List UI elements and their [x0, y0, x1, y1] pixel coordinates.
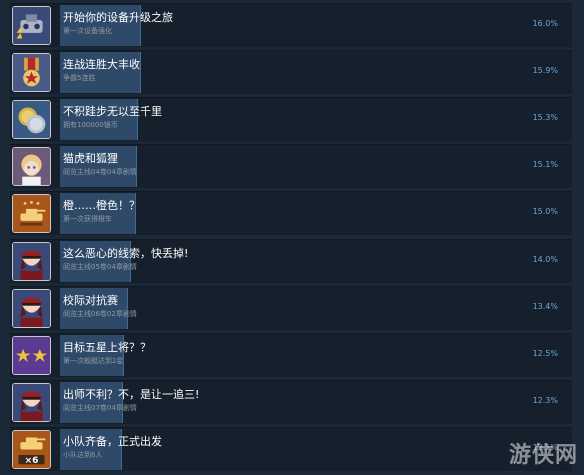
achievement-row[interactable]: 这么恶心的线索，快丢掉! 阅览主线05卷04章剧情 14.0% — [10, 238, 572, 283]
achievement-percent: 15.1% — [532, 160, 558, 170]
achievement-title: 不积跬步无以至千里 — [63, 105, 162, 119]
achievement-description: 第一次设备强化 — [63, 27, 112, 35]
achievement-title: 连战连胜大丰收 — [63, 58, 140, 72]
achievement-percent: 12.5% — [532, 348, 558, 358]
achievement-description: 第一次获得橙车 — [63, 215, 112, 224]
achievement-percent: 12.3% — [532, 395, 558, 405]
achievement-percent: 16.0% — [532, 19, 558, 28]
achievement-description: 阅览主线07卷04章剧情 — [63, 403, 137, 412]
robot-icon — [12, 6, 51, 45]
achievement-title: 橙……橙色！？ — [63, 199, 140, 213]
achievement-title: 目标五星上将？？ — [63, 340, 151, 354]
achievement-row[interactable]: 不积跬步无以至千里拥有100000银币 15.3% — [10, 97, 572, 142]
officer-portrait-icon — [12, 241, 51, 281]
achievement-title: 开始你的设备升级之旅 — [63, 11, 173, 24]
girl-portrait-icon — [12, 147, 51, 187]
achievement-row[interactable]: 校际对抗赛阅览主线06卷02章剧情 13.4% — [10, 285, 572, 330]
achievement-description: 拥有100000银币 — [63, 121, 118, 130]
tank-squad-icon: ×6 — [12, 429, 51, 469]
achievement-row[interactable]: 橙……橙色！？ 第一次获得橙车 15.0% — [10, 191, 572, 236]
achievement-row[interactable]: 连战连胜大丰收争霸5连胜 15.9% — [10, 50, 572, 95]
two-stars-icon — [12, 335, 51, 375]
achievement-percent: 15.3% — [532, 113, 558, 123]
achievement-percent: 15.9% — [532, 66, 558, 76]
icon-badge: ×6 — [24, 455, 39, 466]
achievement-title: 出师不利？不，是让一追三! — [63, 387, 200, 401]
officer-portrait-icon — [12, 288, 51, 328]
achievement-title: 猫虎和狐狸 — [63, 152, 118, 166]
achievement-row[interactable]: 出师不利？不，是让一追三! 阅览主线07卷04章剧情 12.3% — [10, 379, 572, 424]
achievement-percent: 13.4% — [532, 301, 558, 311]
achievement-description: 第一次舰艇达到2星 — [63, 356, 124, 365]
achievement-row[interactable]: ×6 小队齐备，正式出发 小队达到6人 12.1% — [10, 426, 572, 471]
achievement-description: 阅览主线05卷04章剧情 — [63, 262, 137, 271]
achievement-percent: 15.0% — [532, 207, 558, 217]
achievement-percent: 14.0% — [532, 254, 558, 264]
achievement-description: 争霸5连胜 — [63, 74, 96, 83]
achievement-row[interactable]: 开始你的设备升级之旅第一次设备强化 16.0% — [10, 3, 572, 47]
coins-icon — [12, 100, 51, 140]
achievement-title: 这么恶心的线索，快丢掉! — [63, 246, 189, 260]
achievement-row[interactable]: 猫虎和狐狸阅览主线04卷04章剧情 15.1% — [10, 144, 572, 189]
medal-icon — [12, 53, 51, 93]
achievement-description: 阅览主线04卷04章剧情 — [63, 168, 137, 177]
watermark: 游侠网 — [508, 443, 578, 468]
achievement-description: 小队达到6人 — [63, 450, 103, 459]
achievement-list: 开始你的设备升级之旅第一次设备强化 16.0% 连战连胜大丰收争霸5连胜 15.9% 不… — [0, 0, 584, 475]
achievement-title: 小队齐备，正式出发 — [63, 434, 162, 448]
orange-tank-icon — [12, 194, 51, 234]
officer-portrait-icon — [12, 382, 51, 422]
achievement-title: 校际对抗赛 — [63, 293, 118, 307]
achievement-description: 阅览主线06卷02章剧情 — [63, 309, 137, 318]
achievement-row[interactable]: 目标五星上将？？ 第一次舰艇达到2星 12.5% — [10, 332, 572, 377]
